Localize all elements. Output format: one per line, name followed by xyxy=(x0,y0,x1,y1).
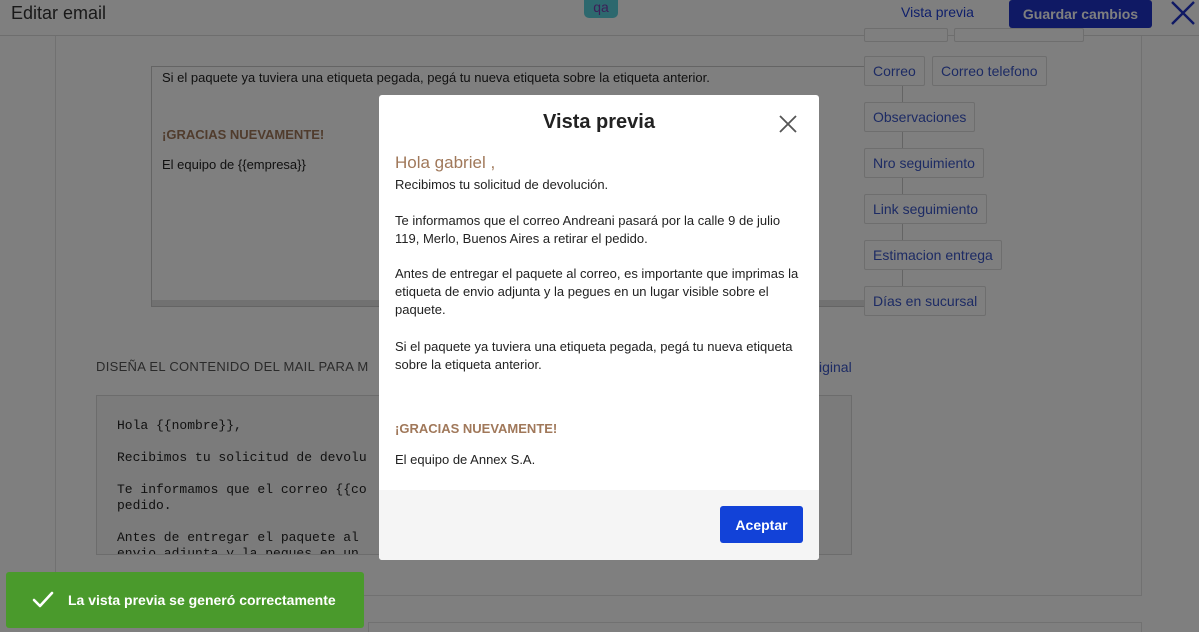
email-paragraph: Te informamos que el correo Andreani pas… xyxy=(395,213,781,246)
toast-message: La vista previa se generó correctamente xyxy=(68,592,336,608)
modal-title: Vista previa xyxy=(543,111,655,133)
preview-modal: Vista previa Hola gabriel , Recibimos tu… xyxy=(379,95,819,560)
close-icon[interactable] xyxy=(776,112,800,136)
email-greeting: Hola gabriel , xyxy=(395,153,496,172)
success-toast: La vista previa se generó correctamente xyxy=(6,572,364,628)
email-signoff: El equipo de Annex S.A. xyxy=(395,452,536,467)
accept-button[interactable]: Aceptar xyxy=(720,506,803,543)
email-paragraph: Antes de entregar el paquete al correo, … xyxy=(395,266,799,317)
check-icon xyxy=(32,589,54,611)
email-thanks: ¡GRACIAS NUEVAMENTE! xyxy=(395,421,558,436)
email-paragraph: Recibimos tu solicitud de devolución. xyxy=(395,177,609,192)
email-paragraph: Si el paquete ya tuviera una etiqueta pe… xyxy=(395,339,793,372)
